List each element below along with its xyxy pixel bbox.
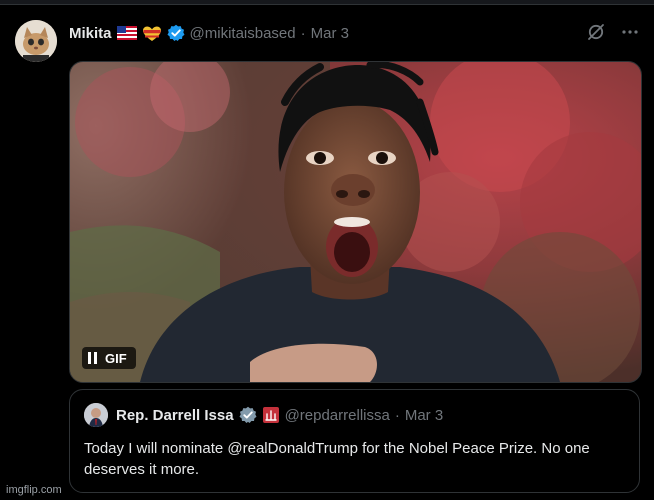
tweet-media-gif[interactable]: GIF <box>69 61 642 383</box>
gif-label: GIF <box>105 350 127 366</box>
quoted-tweet-header: Rep. Darrell Issa @repdarrellissa · Mar … <box>84 403 443 427</box>
gif-frame-image <box>70 62 641 382</box>
separator-dot: · <box>300 24 306 42</box>
quoted-tweet-date[interactable]: Mar 3 <box>405 407 443 424</box>
quoted-separator-dot: · <box>394 406 400 424</box>
government-affiliation-icon <box>262 406 280 424</box>
pause-icon[interactable] <box>88 352 97 364</box>
author-handle[interactable]: @mikitaisbased <box>190 25 296 42</box>
us-flag-icon <box>116 26 137 40</box>
verified-badge-icon <box>167 24 185 42</box>
quoted-author-name[interactable]: Rep. Darrell Issa <box>116 407 234 424</box>
author-avatar[interactable] <box>15 20 57 62</box>
grok-icon[interactable] <box>586 22 606 42</box>
gif-badge[interactable]: GIF <box>82 347 136 369</box>
quoted-author-handle[interactable]: @repdarrellissa <box>285 407 390 424</box>
top-divider <box>0 0 654 5</box>
quoted-tweet-text: Today I will nominate @realDonaldTrump f… <box>84 440 590 478</box>
verified-gray-badge-icon <box>239 406 257 424</box>
author-name[interactable]: Mikita <box>69 25 112 42</box>
imgflip-watermark: imgflip.com <box>6 484 62 496</box>
heart-flag-icon <box>142 26 162 41</box>
quoted-tweet[interactable]: Rep. Darrell Issa @repdarrellissa · Mar … <box>69 389 640 493</box>
tweet-date[interactable]: Mar 3 <box>311 25 349 42</box>
more-options-icon[interactable] <box>620 22 640 42</box>
quoted-author-avatar[interactable] <box>84 403 108 427</box>
tweet-header: Mikita @mikitaisbased · Mar 3 <box>69 21 349 45</box>
tweet-actions <box>586 22 640 42</box>
